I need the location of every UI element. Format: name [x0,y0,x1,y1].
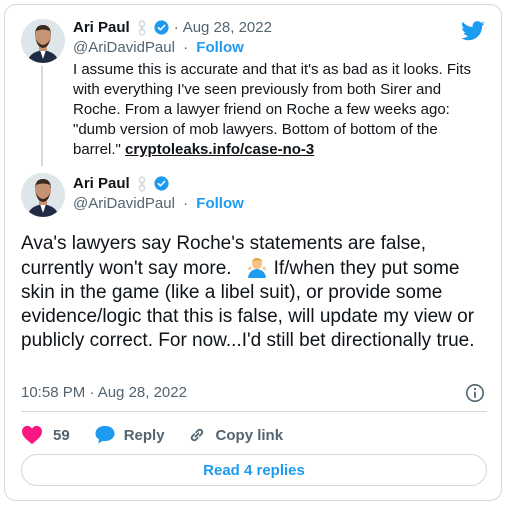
author-name[interactable]: Ari Paul [73,19,130,36]
chain-icon [138,19,145,36]
author-handle[interactable]: @AriDavidPaul [73,39,175,56]
separator-dot: · [173,19,179,36]
avatar[interactable] [21,19,65,63]
follow-button[interactable]: Follow [196,39,244,56]
tweet-timestamp[interactable]: 10:58 PM · Aug 28, 2022 [21,384,187,401]
copy-link-button[interactable]: Copy link [187,425,284,445]
tweet-date[interactable]: Aug 28, 2022 [183,19,272,36]
divider [21,411,487,412]
quoted-tweet-text: I assume this is accurate and that it's … [73,60,483,160]
info-icon[interactable] [465,383,485,403]
speech-bubble-icon [95,425,115,444]
link-icon [190,428,203,442]
tweet-link[interactable]: cryptoleaks.info/case-no-3 [125,141,314,158]
quoted-tweet-handle-row: @AriDavidPaul · Follow [73,39,244,56]
heart-icon [22,425,42,445]
twitter-bird-icon[interactable] [461,20,485,42]
follow-button[interactable]: Follow [196,195,244,212]
main-tweet-text: Ava's lawyers say Roche's statements are… [21,232,491,353]
separator-dot: · [183,195,189,212]
thread-connector-line [41,66,43,166]
author-name[interactable]: Ari Paul [73,175,130,192]
like-button[interactable]: 59 [21,425,70,445]
man-shrugging-emoji [246,258,267,278]
verified-badge-icon [154,20,169,35]
avatar[interactable] [21,173,65,217]
tweet-actions-bar: 59 Reply Copy link [21,423,283,447]
read-replies-button[interactable]: Read 4 replies [21,454,487,486]
quoted-tweet-header: Ari Paul · Aug 28, 2022 [73,19,272,36]
read-replies-label: Read 4 replies [203,461,305,479]
main-tweet-handle-row: @AriDavidPaul · Follow [73,195,244,212]
like-count: 59 [53,426,70,444]
copy-link-label: Copy link [215,426,284,444]
main-tweet-header: Ari Paul [73,175,170,192]
separator-dot: · [183,39,189,56]
author-handle[interactable]: @AriDavidPaul [73,195,175,212]
verified-badge-icon [154,176,169,191]
reply-button[interactable]: Reply [94,425,165,445]
reply-label: Reply [123,426,165,444]
chain-icon [138,175,145,192]
